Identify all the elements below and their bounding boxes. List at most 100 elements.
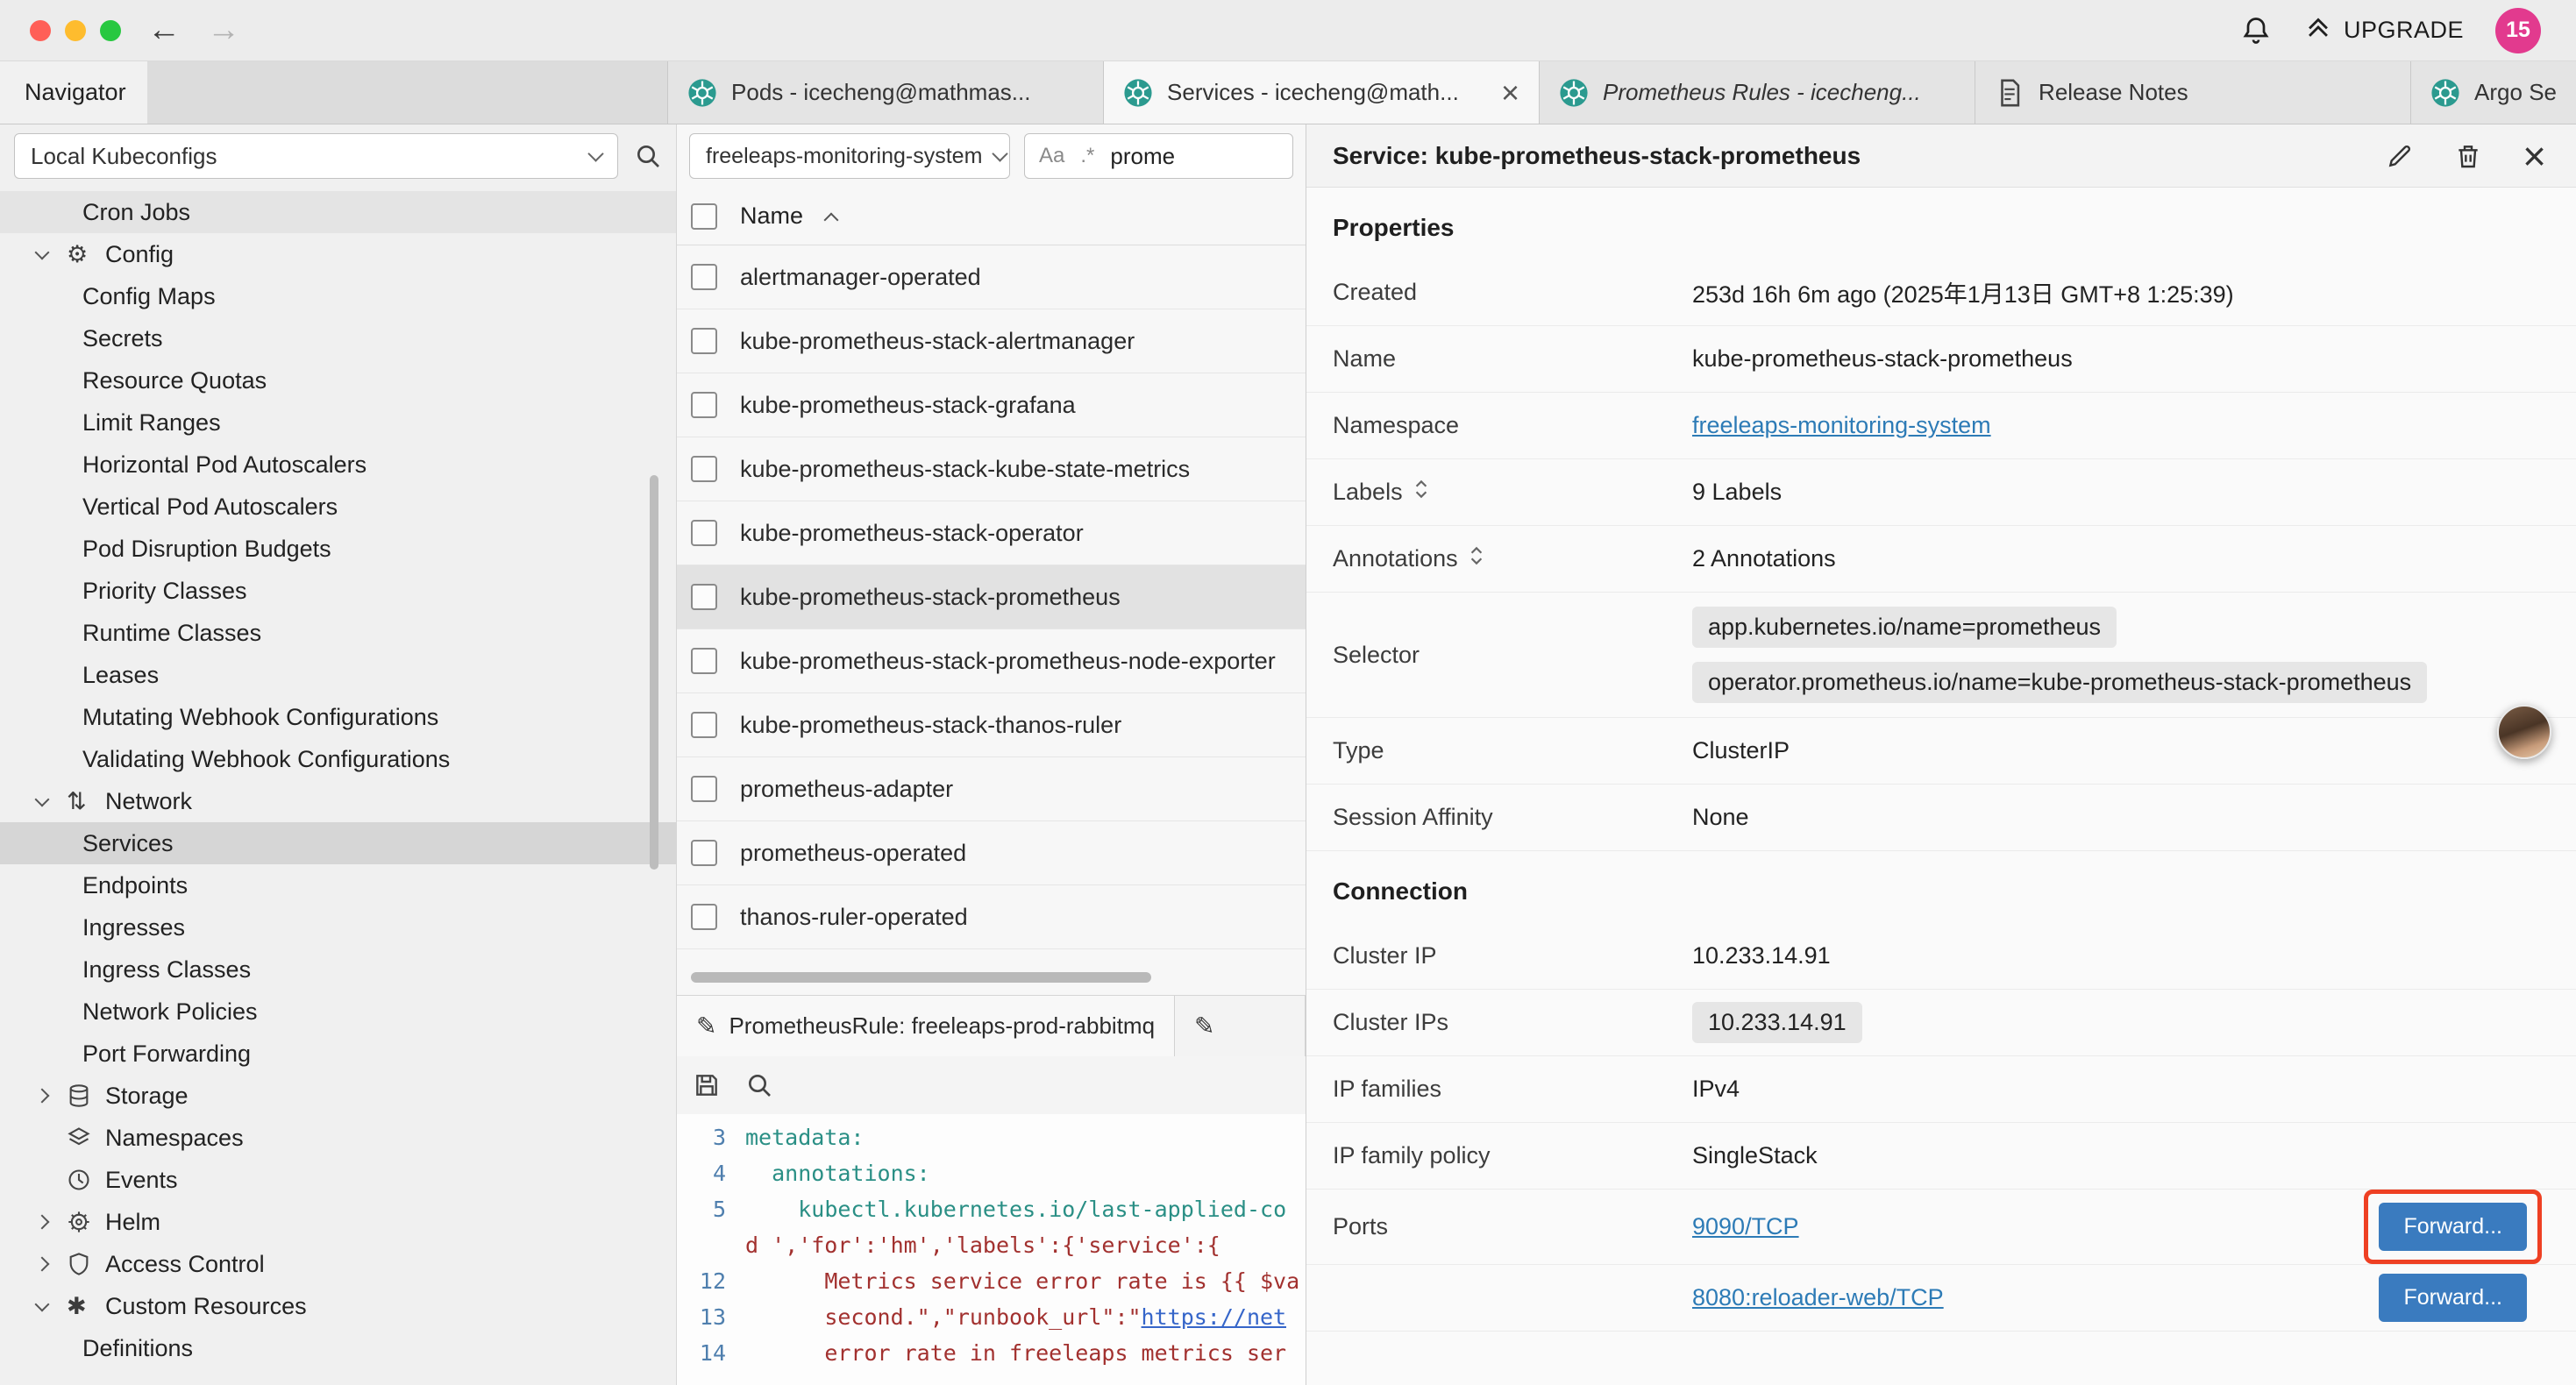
close-drawer-icon[interactable]: ×	[2523, 136, 2546, 176]
editor-search-icon[interactable]	[745, 1071, 773, 1099]
property-value: 2 Annotations	[1692, 545, 2550, 572]
chevron-down-icon[interactable]	[35, 1296, 50, 1311]
sidebar-item-limit-ranges[interactable]: Limit Ranges	[0, 401, 676, 444]
sidebar-item-endpoints[interactable]: Endpoints	[0, 864, 676, 906]
sidebar-item-access-control[interactable]: Access Control	[0, 1243, 676, 1285]
namespace-link[interactable]: freeleaps-monitoring-system	[1692, 412, 1991, 439]
chevron-right-icon[interactable]	[35, 1215, 50, 1230]
forward-button[interactable]: Forward...	[2379, 1203, 2527, 1251]
regex-toggle[interactable]: .*	[1080, 144, 1094, 168]
namespace-select[interactable]: freeleaps-monitoring-system	[689, 133, 1010, 179]
editor-tab-prometheusrule[interactable]: ✎ PrometheusRule: freeleaps-prod-rabbitm…	[677, 996, 1175, 1056]
row-checkbox[interactable]	[691, 904, 717, 930]
back-button[interactable]: ←	[147, 11, 181, 49]
kubeconfig-select[interactable]: Local Kubeconfigs	[14, 133, 618, 179]
row-checkbox[interactable]	[691, 520, 717, 546]
sidebar-item-namespaces[interactable]: Namespaces	[0, 1117, 676, 1159]
chevron-right-icon[interactable]	[35, 1257, 50, 1272]
horizontal-scrollbar[interactable]	[691, 972, 1151, 983]
table-row[interactable]: kube-prometheus-stack-operator	[677, 501, 1306, 565]
sidebar-item-priority-classes[interactable]: Priority Classes	[0, 570, 676, 612]
sidebar-item-network[interactable]: ⇅Network	[0, 780, 676, 822]
table-row[interactable]: prometheus-adapter	[677, 757, 1306, 821]
sidebar-item-config[interactable]: ⚙Config	[0, 233, 676, 275]
tab-prometheus-rules-icecheng[interactable]: Prometheus Rules - icecheng...	[1539, 61, 1975, 124]
row-checkbox[interactable]	[691, 712, 717, 738]
close-window-button[interactable]	[30, 20, 51, 41]
notification-count-badge[interactable]: 15	[2495, 8, 2541, 53]
sidebar-item-events[interactable]: Events	[0, 1159, 676, 1201]
forward-button[interactable]: Forward...	[2379, 1274, 2527, 1322]
row-checkbox[interactable]	[691, 456, 717, 482]
sidebar-item-services[interactable]: Services	[0, 822, 676, 864]
row-checkbox[interactable]	[691, 328, 717, 354]
table-row[interactable]: kube-prometheus-stack-alertmanager	[677, 309, 1306, 373]
sidebar-item-pod-disruption-budgets[interactable]: Pod Disruption Budgets	[0, 528, 676, 570]
table-row[interactable]: kube-prometheus-stack-prometheus	[677, 565, 1306, 629]
row-checkbox[interactable]	[691, 584, 717, 610]
tab-pods-icecheng-mathmas[interactable]: Pods - icecheng@mathmas...	[667, 61, 1103, 124]
table-row[interactable]: prometheus-operated	[677, 821, 1306, 885]
delete-resource-icon[interactable]	[2454, 142, 2482, 170]
navigator-scrollbar[interactable]	[650, 475, 658, 870]
navigator-panel-tab[interactable]: Navigator	[0, 61, 147, 124]
yaml-editor[interactable]: 3metadata:4 annotations:5 kubectl.kubern…	[677, 1114, 1306, 1385]
port-link[interactable]: 9090/TCP	[1692, 1213, 1799, 1240]
table-row[interactable]: thanos-ruler-operated	[677, 885, 1306, 949]
sidebar-item-config-maps[interactable]: Config Maps	[0, 275, 676, 317]
sidebar-item-port-forwarding[interactable]: Port Forwarding	[0, 1033, 676, 1075]
expand-collapse-icon[interactable]	[1469, 544, 1484, 573]
table-row[interactable]: alertmanager-operated	[677, 245, 1306, 309]
row-checkbox[interactable]	[691, 840, 717, 866]
forward-button[interactable]: →	[207, 11, 240, 49]
close-tab-icon[interactable]: ×	[1501, 77, 1519, 109]
sidebar-item-horizontal-pod-autoscalers[interactable]: Horizontal Pod Autoscalers	[0, 444, 676, 486]
minimize-window-button[interactable]	[65, 20, 86, 41]
search-input[interactable]: Aa .* prome	[1024, 133, 1293, 179]
maximize-window-button[interactable]	[100, 20, 121, 41]
table-row[interactable]: kube-prometheus-stack-grafana	[677, 373, 1306, 437]
table-row[interactable]: kube-prometheus-stack-prometheus-node-ex…	[677, 629, 1306, 693]
row-checkbox[interactable]	[691, 648, 717, 674]
tab-release-notes[interactable]: Release Notes	[1975, 61, 2410, 124]
sidebar-item-ingress-classes[interactable]: Ingress Classes	[0, 948, 676, 991]
sidebar-item-label: Validating Webhook Configurations	[82, 746, 450, 773]
sidebar-item-leases[interactable]: Leases	[0, 654, 676, 696]
editor-tab-partial[interactable]: ✎	[1175, 996, 1306, 1056]
save-icon[interactable]	[693, 1071, 721, 1099]
user-avatar[interactable]	[2497, 705, 2551, 759]
select-all-checkbox[interactable]	[691, 203, 717, 230]
name-column-header[interactable]: Name	[740, 202, 803, 230]
chevron-right-icon[interactable]	[35, 1089, 50, 1104]
sidebar-item-definitions[interactable]: Definitions	[0, 1327, 676, 1369]
match-case-toggle[interactable]: Aa	[1039, 144, 1064, 168]
sidebar-item-helm[interactable]: Helm	[0, 1201, 676, 1243]
sidebar-item-mutating-webhook-configurations[interactable]: Mutating Webhook Configurations	[0, 696, 676, 738]
table-row[interactable]: kube-prometheus-stack-thanos-ruler	[677, 693, 1306, 757]
sidebar-item-storage[interactable]: Storage	[0, 1075, 676, 1117]
chevron-down-icon[interactable]	[35, 792, 50, 806]
notifications-bell-icon[interactable]	[2240, 15, 2272, 46]
row-checkbox[interactable]	[691, 776, 717, 802]
port-link[interactable]: 8080:reloader-web/TCP	[1692, 1284, 1944, 1311]
sidebar-item-cron-jobs[interactable]: Cron Jobs	[0, 191, 676, 233]
sidebar-item-network-policies[interactable]: Network Policies	[0, 991, 676, 1033]
sidebar-item-resource-quotas[interactable]: Resource Quotas	[0, 359, 676, 401]
upgrade-button[interactable]: UPGRADE	[2303, 12, 2464, 48]
edit-resource-icon[interactable]	[2386, 142, 2414, 170]
row-checkbox[interactable]	[691, 264, 717, 290]
chevron-down-icon[interactable]	[35, 245, 50, 259]
sidebar-item-ingresses[interactable]: Ingresses	[0, 906, 676, 948]
sidebar-item-vertical-pod-autoscalers[interactable]: Vertical Pod Autoscalers	[0, 486, 676, 528]
tab-services-icecheng-math[interactable]: Services - icecheng@math...×	[1103, 61, 1539, 124]
tab-argo-se[interactable]: Argo Se	[2410, 61, 2576, 124]
sidebar-item-custom-resources[interactable]: ✱Custom Resources	[0, 1285, 676, 1327]
sidebar-item-validating-webhook-configurations[interactable]: Validating Webhook Configurations	[0, 738, 676, 780]
code-text: annotations:	[745, 1155, 930, 1191]
navigator-search-icon[interactable]	[634, 142, 662, 170]
table-row[interactable]: kube-prometheus-stack-kube-state-metrics	[677, 437, 1306, 501]
sidebar-item-secrets[interactable]: Secrets	[0, 317, 676, 359]
row-checkbox[interactable]	[691, 392, 717, 418]
sidebar-item-runtime-classes[interactable]: Runtime Classes	[0, 612, 676, 654]
expand-collapse-icon[interactable]	[1413, 478, 1429, 507]
